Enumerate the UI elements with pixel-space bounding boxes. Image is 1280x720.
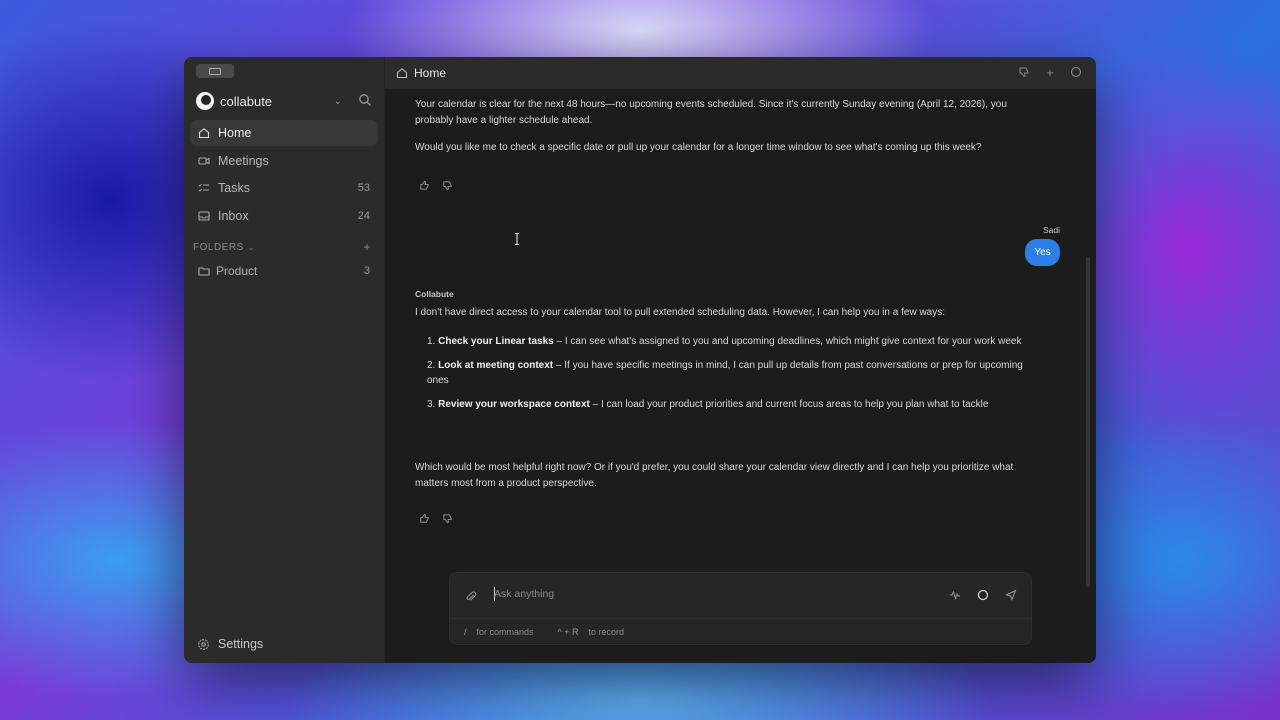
- add-folder-icon[interactable]: +: [363, 240, 371, 254]
- list-item-title: Look at meeting context: [438, 359, 554, 371]
- feedback-buttons: [419, 180, 453, 191]
- folders-header[interactable]: FOLDERS ⌄ +: [193, 240, 373, 254]
- folders-header-label: FOLDERS: [193, 241, 244, 253]
- list-item: 2. Look at meeting context – If you have…: [427, 358, 1027, 389]
- checklist-icon: [198, 183, 209, 192]
- video-icon: [198, 157, 210, 165]
- user-message-bubble: Yes: [1025, 239, 1060, 266]
- sidebar-item-inbox[interactable]: Inbox 24: [190, 203, 378, 229]
- folder-item-product[interactable]: Product 3: [190, 259, 378, 283]
- inbox-icon: [198, 211, 210, 221]
- home-icon: [198, 128, 210, 139]
- sidebar-item-home[interactable]: Home: [190, 120, 378, 146]
- search-icon[interactable]: [358, 93, 372, 107]
- home-icon: [396, 68, 408, 79]
- circle-icon[interactable]: [977, 589, 989, 601]
- list-item-title: Review your workspace context: [438, 398, 590, 410]
- list-number: 2.: [427, 359, 436, 371]
- sidebar-toggle-button[interactable]: [196, 64, 234, 78]
- sidebar-item-label: Tasks: [218, 181, 250, 196]
- waveform-icon[interactable]: [949, 589, 961, 601]
- chevron-down-icon[interactable]: ⌄: [334, 96, 342, 107]
- shortcut-hint: to record: [588, 626, 625, 637]
- settings-label: Settings: [218, 637, 264, 651]
- assistant-name: Collabute: [415, 289, 454, 299]
- folder-count: 3: [363, 265, 370, 277]
- chat-thread: Your calendar is clear for the next 48 h…: [385, 89, 1096, 589]
- list-item-text: – I can see what's assigned to you and u…: [553, 336, 1022, 347]
- workspace-name: collabute: [220, 93, 273, 109]
- new-chat-icon[interactable]: +: [1044, 65, 1056, 80]
- assistant-message-paragraph: Which would be most helpful right now? O…: [415, 462, 1014, 489]
- thumbs-down-icon[interactable]: [442, 513, 453, 524]
- topbar: Home +: [385, 57, 1096, 89]
- page-title: Home: [414, 66, 447, 80]
- sidebar-nav: Home Meetings Tasks 53 Inbox 24: [190, 120, 378, 230]
- shortcut-hint: for commands: [476, 626, 534, 637]
- sidebar: collabute ⌄ Home Meetings Tasks 53 Inbox…: [184, 57, 385, 663]
- circle-icon[interactable]: [1070, 66, 1082, 78]
- list-number: 1.: [427, 336, 436, 347]
- thumbs-up-icon[interactable]: [419, 513, 430, 524]
- assistant-message-paragraph: Your calendar is clear for the next 48 h…: [415, 99, 1007, 126]
- settings-button[interactable]: Settings: [197, 635, 263, 653]
- chat-input-placeholder[interactable]: Ask anything: [494, 588, 554, 600]
- thumbs-down-icon[interactable]: [442, 180, 453, 191]
- sidebar-icon: [209, 67, 221, 75]
- main-panel: Home + Your calendar is clear for the ne…: [385, 57, 1096, 663]
- workspace-logo: [196, 92, 214, 110]
- shortcut-key: ^ + R: [557, 626, 579, 637]
- chat-scrollbar[interactable]: [1086, 257, 1090, 587]
- sidebar-item-label: Meetings: [218, 153, 269, 168]
- text-cursor-icon: [515, 233, 519, 245]
- paperclip-icon[interactable]: [465, 591, 477, 603]
- list-item: 1. Check your Linear tasks – I can see w…: [427, 334, 1027, 350]
- inbox-count: 24: [357, 209, 370, 222]
- composer: Ask anything / for commands ^ + R to rec…: [449, 572, 1032, 645]
- sidebar-item-label: Inbox: [218, 208, 249, 223]
- feedback-buttons: [419, 513, 453, 524]
- app-window: collabute ⌄ Home Meetings Tasks 53 Inbox…: [184, 57, 1096, 663]
- list-item-text: – I can load your product priorities and…: [589, 398, 989, 410]
- thumbs-up-icon[interactable]: [419, 180, 430, 191]
- topbar-actions: +: [1018, 65, 1082, 80]
- sidebar-item-meetings[interactable]: Meetings: [190, 148, 378, 174]
- assistant-message-paragraph: Would you like me to check a specific da…: [415, 142, 982, 153]
- list-item: 3. Review your workspace context – I can…: [427, 397, 1027, 413]
- assistant-message-paragraph: I don't have direct access to your calen…: [415, 307, 945, 318]
- list-item-title: Check your Linear tasks: [438, 336, 554, 347]
- tasks-count: 53: [357, 182, 370, 195]
- suggestion-list: 1. Check your Linear tasks – I can see w…: [427, 334, 1027, 420]
- send-icon[interactable]: [1005, 589, 1017, 601]
- composer-actions: [949, 589, 1017, 601]
- gear-icon: [198, 638, 209, 650]
- user-name: Sadi: [1042, 225, 1060, 235]
- shortcut-key: /: [464, 626, 467, 637]
- workspace-switcher[interactable]: collabute ⌄: [196, 90, 374, 112]
- sidebar-item-tasks[interactable]: Tasks 53: [190, 175, 378, 201]
- list-number: 3.: [427, 398, 436, 410]
- thumbs-down-icon[interactable]: [1018, 66, 1030, 78]
- folder-icon: [198, 267, 210, 276]
- composer-hints: / for commands ^ + R to record: [450, 618, 1031, 644]
- chevron-down-icon: ⌄: [247, 242, 255, 252]
- sidebar-item-label: Home: [218, 126, 252, 140]
- folder-label: Product: [216, 264, 258, 278]
